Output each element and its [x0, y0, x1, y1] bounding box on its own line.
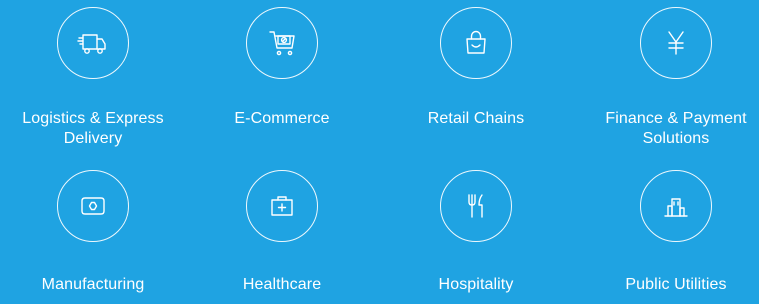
industry-label: Hospitality [438, 276, 514, 293]
icon-circle [440, 170, 512, 242]
shopping-bag-icon [466, 30, 486, 54]
icon-circle [57, 7, 129, 79]
building-icon [664, 198, 688, 217]
shopping-cart-icon [269, 31, 295, 56]
icon-circle [57, 170, 129, 242]
industry-label: Logistics & Express Delivery [22, 110, 164, 147]
yen-icon [668, 31, 684, 55]
industry-public-utilities[interactable]: Public Utilities [581, 170, 759, 295]
industries-grid: Logistics & Express Delivery E-Commerce … [0, 0, 759, 304]
delivery-truck-icon [77, 34, 106, 54]
industry-label: Retail Chains [427, 110, 525, 127]
industry-label: Finance & Payment Solutions [605, 110, 747, 147]
icon-circle [640, 170, 712, 242]
industry-label: E-Commerce [234, 110, 330, 127]
fork-knife-icon [468, 194, 483, 218]
icon-circle [640, 7, 712, 79]
industry-manufacturing[interactable]: Manufacturing [0, 170, 188, 295]
industry-logistics[interactable]: Logistics & Express Delivery [0, 7, 188, 149]
industry-label: Public Utilities [625, 276, 727, 293]
industry-label: Healthcare [242, 276, 322, 293]
icon-circle [246, 7, 318, 79]
icon-circle [246, 170, 318, 242]
industry-retail[interactable]: Retail Chains [381, 7, 571, 129]
industry-label: Manufacturing [41, 276, 145, 293]
industry-finance[interactable]: Finance & Payment Solutions [581, 7, 759, 149]
industry-hospitality[interactable]: Hospitality [381, 170, 571, 295]
hex-nut-icon [81, 197, 105, 215]
medical-kit-icon [271, 196, 293, 216]
industry-healthcare[interactable]: Healthcare [187, 170, 377, 295]
industry-ecommerce[interactable]: E-Commerce [187, 7, 377, 129]
icon-circle [440, 7, 512, 79]
